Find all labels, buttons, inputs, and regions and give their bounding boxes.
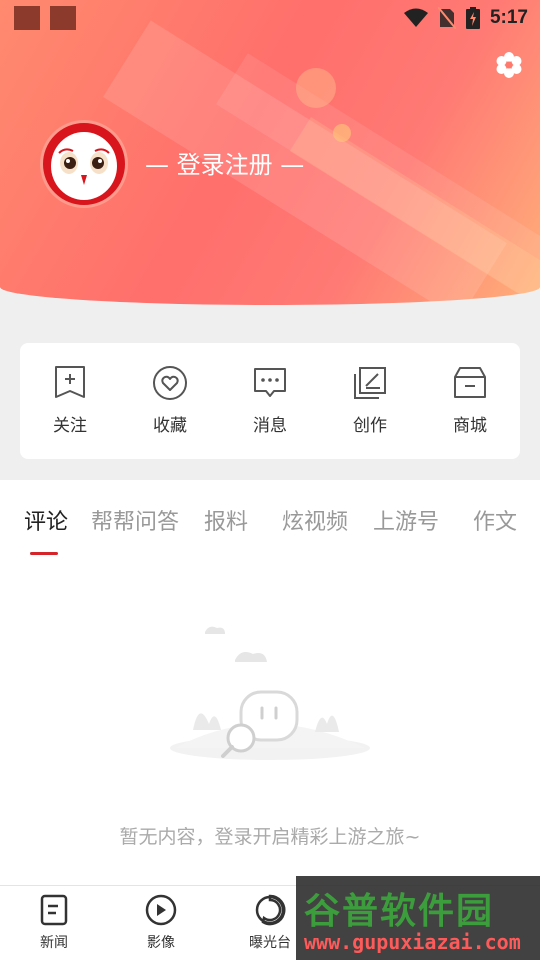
quick-follow-label: 关注	[53, 416, 87, 436]
empty-state-illustration	[170, 626, 370, 760]
nav-news[interactable]: 新闻	[14, 894, 94, 952]
watermark-overlay: 谷普软件园 www.gupuxiazai.com	[296, 876, 540, 960]
quick-follow-button[interactable]: 关注	[20, 343, 120, 459]
wifi-icon	[403, 8, 428, 27]
image-icon	[145, 894, 177, 926]
settings-gear-icon[interactable]	[496, 52, 522, 78]
quick-actions-card: 关注 收藏 消息 创作 商城	[20, 343, 520, 459]
active-tab-indicator	[30, 552, 58, 555]
status-bar: 5:17	[0, 0, 540, 36]
quick-create-label: 创作	[353, 416, 387, 436]
store-box-icon	[454, 367, 486, 398]
avatar[interactable]	[40, 120, 128, 208]
quick-store-button[interactable]: 商城	[420, 343, 520, 459]
notification-icon	[14, 6, 40, 30]
quick-favorites-label: 收藏	[153, 416, 187, 436]
nav-image-label: 影像	[147, 935, 175, 951]
header-bubble	[296, 68, 336, 108]
header-bubble	[333, 124, 351, 142]
nav-news-label: 新闻	[40, 935, 68, 951]
watermark-url: www.gupuxiazai.com	[304, 930, 521, 954]
mascot-avatar-icon	[51, 132, 117, 200]
news-icon	[40, 894, 68, 926]
tab-bar: 评论 帮帮问答 报料 炫视频 上游号 作文	[0, 480, 540, 556]
nav-spotlight-label: 曝光台	[249, 935, 291, 951]
content-panel: 评论 帮帮问答 报料 炫视频 上游号 作文 暂无内容，登录开启精彩上游之旅~	[0, 480, 540, 885]
tab-videos[interactable]: 炫视频	[282, 504, 348, 536]
bookmark-plus-icon	[55, 366, 85, 398]
quick-favorites-button[interactable]: 收藏	[120, 343, 220, 459]
nav-image[interactable]: 影像	[121, 894, 201, 952]
quick-messages-button[interactable]: 消息	[220, 343, 320, 459]
tab-tips[interactable]: 报料	[204, 504, 248, 536]
no-sim-icon	[437, 7, 456, 29]
quick-create-button[interactable]: 创作	[320, 343, 420, 459]
tab-accounts[interactable]: 上游号	[373, 504, 439, 536]
quick-messages-label: 消息	[253, 416, 287, 436]
edit-document-icon	[354, 367, 386, 399]
tab-qa[interactable]: 帮帮问答	[91, 504, 179, 536]
message-bubble-icon	[254, 368, 286, 397]
watermark-title: 谷普软件园	[304, 891, 495, 932]
notification-icon	[50, 6, 76, 30]
spotlight-icon	[255, 894, 286, 926]
tab-comments[interactable]: 评论	[24, 504, 68, 536]
quick-store-label: 商城	[453, 416, 487, 436]
tab-essays[interactable]: 作文	[473, 504, 517, 536]
login-register-link[interactable]: — 登录注册 —	[145, 145, 304, 180]
battery-charging-icon	[465, 7, 480, 29]
heart-circle-icon	[153, 366, 187, 400]
empty-state-message: 暂无内容，登录开启精彩上游之旅~	[119, 826, 421, 848]
status-time: 5:17	[489, 7, 528, 28]
